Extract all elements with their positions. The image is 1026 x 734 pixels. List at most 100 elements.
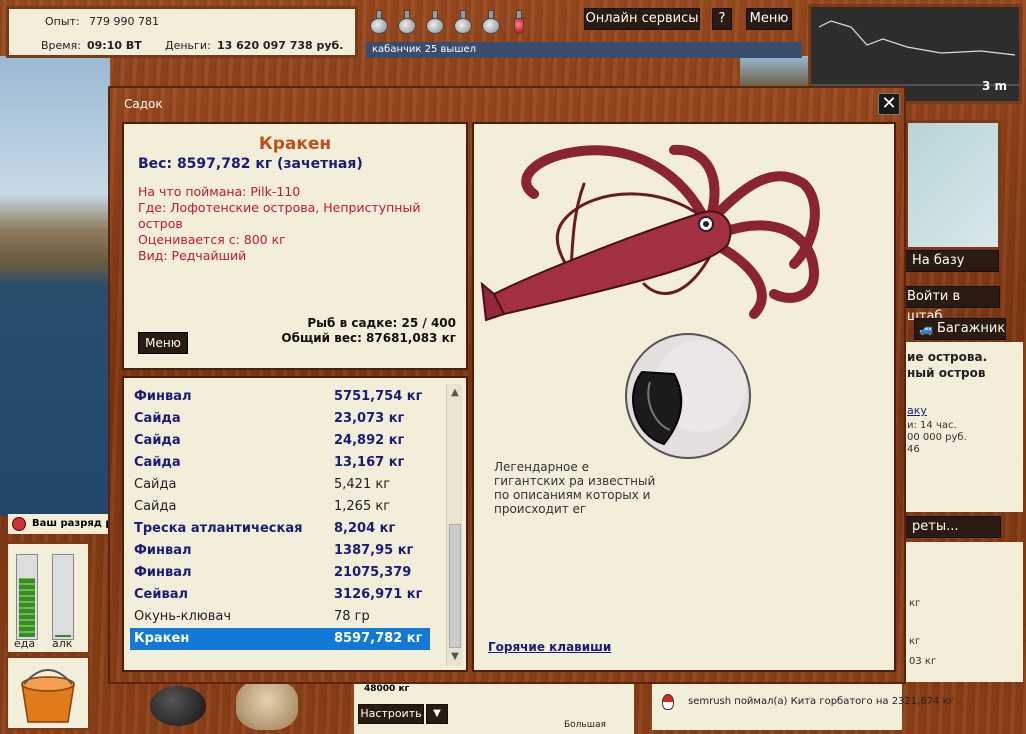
fish-list[interactable]: Финвал 5751,754 кг Сайда 23,073 кг Сайда 24,8…	[122, 376, 468, 672]
global-catch-log: semrush поймал(а) Кита горбатого на 2321…	[652, 684, 954, 730]
food-gauge	[16, 554, 38, 640]
fish-item-name: Финвал	[134, 389, 192, 404]
keepnet-stats: Рыб в садке: 25 / 400 Общий вес: 87681,0…	[281, 316, 456, 346]
reel-item-icon[interactable]	[150, 686, 206, 726]
car-icon: 🚙	[919, 322, 934, 336]
fish-menu-button[interactable]: Меню	[138, 332, 188, 354]
bucket-slot[interactable]	[6, 656, 90, 730]
enter-hq-button[interactable]: Войти в штаб	[900, 286, 1000, 324]
food-gauge-fill	[19, 577, 35, 637]
flask-icon[interactable]	[396, 10, 418, 36]
flask-icon[interactable]	[452, 10, 474, 36]
time-value: 09:10 ВТ	[87, 39, 142, 52]
location-title: ие острова.	[907, 350, 988, 364]
fish-list-item[interactable]: Сайда 1,265 кг	[130, 496, 430, 518]
fish-item-weight: 8,204 кг	[334, 521, 396, 536]
location-number: 46	[907, 444, 920, 455]
chat-ticker: кабанчик 25 вышел	[366, 42, 802, 58]
hotkeys-link[interactable]: Горячие клавиши	[488, 640, 611, 654]
total-weight: Общий вес: 87681,083 кг	[281, 331, 456, 345]
location-info-panel: ие острова. ный остров аку и: 14 час. 00…	[905, 342, 1023, 512]
red-potion-icon[interactable]	[508, 10, 530, 36]
fish-item-name: Сайда	[134, 477, 177, 492]
time-label: Время:	[41, 39, 81, 52]
detail-bait: На что поймана: Pilk-110	[138, 184, 301, 199]
trunk-button[interactable]: 🚙 Багажник	[914, 318, 1006, 340]
help-button[interactable]: ?	[712, 8, 732, 30]
location-subtitle: ный остров	[907, 366, 986, 380]
fish-item-name: Сайда	[134, 499, 177, 514]
rank-text: Ваш разряд р	[32, 518, 110, 529]
background-sea-scene	[0, 56, 110, 516]
fish-item-weight: 3126,971 кг	[334, 587, 423, 602]
fish-list-item[interactable]: Треска атлантическая 8,204 кг	[130, 518, 430, 540]
exp-label: Опыт:	[45, 15, 80, 28]
bucket-icon	[21, 669, 75, 723]
fish-info-panel: Кракен Вес: 8597,782 кг (зачетная) На чт…	[122, 122, 468, 370]
money-label: Деньги:	[165, 39, 211, 52]
fish-list-item[interactable]: Финвал 21075,379	[130, 562, 430, 584]
kraken-illustration	[480, 144, 820, 459]
bobber-icon	[662, 694, 674, 710]
fish-list-item[interactable]: Сайда 23,073 кг	[130, 408, 430, 430]
fish-list-item[interactable]: Сайда 13,167 кг	[130, 452, 430, 474]
location-link[interactable]: аку	[907, 404, 927, 417]
fish-list-item[interactable]: Сайда 5,421 кг	[130, 474, 430, 496]
close-button[interactable]: ✕	[878, 93, 900, 115]
online-services-button[interactable]: Онлайн сервисы	[584, 8, 700, 30]
scroll-thumb[interactable]	[449, 524, 461, 648]
region-map[interactable]	[905, 120, 1001, 250]
fish-item-name: Кракен	[134, 631, 190, 646]
fish-list-item[interactable]: Финвал 5751,754 кг	[130, 386, 430, 408]
description-line: по описаниям которых и	[494, 488, 651, 502]
fish-item-name: Финвал	[134, 543, 192, 558]
fish-name: Кракен	[258, 134, 332, 154]
player-stats-panel: Опыт: 779 990 781 Время: 09:10 ВТ Деньги…	[6, 6, 358, 58]
trunk-label: Багажник	[937, 321, 1006, 336]
flask-icon[interactable]	[368, 10, 390, 36]
description-line: гигантских ра известный	[494, 474, 656, 488]
setup-button[interactable]: Настроить	[358, 704, 424, 724]
fish-item-weight: 24,892 кг	[334, 433, 405, 448]
fish-item-name: Треска атлантическая	[134, 521, 303, 536]
flask-icon[interactable]	[480, 10, 502, 36]
fish-list-item[interactable]: Окунь-клювач 78 гр	[130, 606, 430, 628]
fish-item-weight: 13,167 кг	[334, 455, 405, 470]
list-scrollbar[interactable]: ▲ ▼	[446, 384, 462, 666]
rank-notice[interactable]: Ваш разряд р	[8, 514, 110, 534]
keepnet-dialog: Садок ✕ Кракен Вес: 8597,782 кг (зачетна…	[108, 86, 906, 684]
fish-item-name: Окунь-клювач	[134, 609, 232, 624]
fish-list-item[interactable]: Сейвал 3126,971 кг	[130, 584, 430, 606]
needs-gauges: еда алк	[6, 542, 90, 654]
to-base-button[interactable]: На базу	[905, 250, 999, 272]
alcohol-label: алк	[52, 637, 73, 650]
dialog-titlebar[interactable]: Садок ✕	[110, 88, 904, 116]
fish-item-weight: 8597,782 кг	[334, 631, 423, 646]
location-time: и: 14 час.	[907, 420, 957, 431]
fish-item-name: Сайда	[134, 433, 181, 448]
fish-item-weight: 1,265 кг	[334, 499, 391, 514]
scroll-up-icon[interactable]: ▲	[447, 386, 463, 400]
description-line: Легендарное е	[494, 460, 589, 474]
fish-weight: Вес: 8597,782 кг (зачетная)	[138, 156, 363, 172]
fish-item-name: Финвал	[134, 565, 192, 580]
setup-dropdown-button[interactable]: ▼	[426, 704, 448, 724]
potions-bar	[362, 6, 562, 38]
catch-log-panel: кг кг 03 кг	[905, 542, 1023, 682]
scroll-down-icon[interactable]: ▼	[447, 650, 463, 664]
fish-item-weight: 1387,95 кг	[334, 543, 414, 558]
fish-count: Рыб в садке: 25 / 400	[307, 316, 456, 330]
flask-icon[interactable]	[424, 10, 446, 36]
fish-list-item-selected[interactable]: Кракен 8597,782 кг	[130, 628, 430, 650]
fish-item-name: Сайда	[134, 411, 181, 426]
secrets-button[interactable]: реты...	[905, 516, 1001, 538]
food-label: еда	[14, 637, 36, 650]
fish-list-item[interactable]: Сайда 24,892 кг	[130, 430, 430, 452]
global-log-line: semrush поймал(а) Кита горбатого на 2321…	[688, 696, 954, 707]
fish-list-item[interactable]: Финвал 1387,95 кг	[130, 540, 430, 562]
detail-location: Где: Лофотенские острова, Неприступный о…	[138, 200, 421, 231]
bait-item-icon[interactable]	[236, 680, 298, 730]
exp-value: 779 990 781	[89, 15, 159, 28]
log-line: кг	[909, 598, 921, 609]
menu-button[interactable]: Меню	[746, 8, 792, 30]
